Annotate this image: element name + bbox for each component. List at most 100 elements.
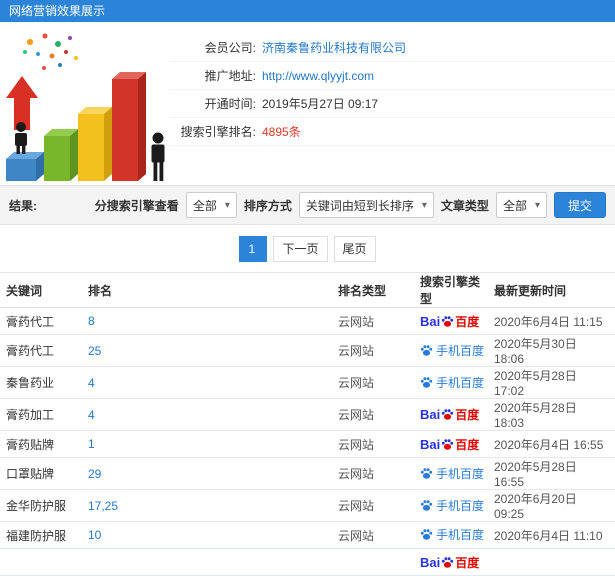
baidu-logo-icon: Bai 百度 (420, 313, 480, 329)
rank-type-cell: 云网站 (333, 521, 415, 549)
updated-cell: 2020年5月28日 18:03 (489, 398, 615, 431)
table-row: 口罩贴牌 29 云网站 手机百度 2020年5月28日 16:55 (0, 457, 615, 490)
rank-link[interactable]: 10 (88, 528, 101, 542)
page-1-button[interactable]: 1 (239, 235, 268, 262)
col-rank: 排名 (83, 272, 333, 308)
table-row: 膏药代工 8 云网站 Bai 百度 2020年6月4日 11:15 (0, 307, 615, 335)
engine-cell: Bai 百度 (415, 430, 489, 458)
keyword-cell (0, 548, 83, 576)
mobile-baidu-icon: 手机百度 (420, 526, 484, 543)
paw-icon (420, 529, 433, 540)
col-updated: 最新更新时间 (489, 272, 615, 308)
engine-filter-label: 分搜索引擎查看 (94, 198, 179, 213)
paw-icon (442, 315, 454, 327)
rank-link[interactable]: 29 (88, 467, 101, 481)
table-body: 膏药代工 8 云网站 Bai 百度 2020年6月4日 11:15 膏药代工 25… (0, 307, 615, 576)
rank-link[interactable]: 8 (88, 314, 95, 328)
updated-cell: 2020年5月28日 17:02 (489, 366, 615, 399)
promo-url-link[interactable]: http://www.qlyyjt.com (262, 69, 374, 83)
paw-icon (420, 376, 433, 388)
engine-cell: 手机百度 (415, 457, 489, 490)
rank-link[interactable]: 1 (88, 437, 95, 451)
updated-cell: 2020年5月30日 18:06 (489, 334, 615, 367)
rank-type-cell: 云网站 (333, 398, 415, 431)
baidu-logo-icon: Bai 百度 (420, 436, 480, 452)
last-page-button[interactable]: 尾页 (333, 235, 376, 262)
chevron-down-icon: ▾ (421, 199, 427, 211)
promo-url-row: 推广地址: http://www.qlyyjt.com (170, 62, 615, 90)
table-row: Bai 百度 (0, 548, 615, 576)
updated-cell: 2020年5月28日 16:55 (489, 457, 615, 490)
paw-icon (442, 438, 454, 450)
engine-cell: Bai 百度 (415, 307, 489, 335)
rank-link[interactable]: 4 (88, 408, 95, 422)
chevron-down-icon: ▾ (224, 199, 230, 211)
promo-url-label: 推广地址: (204, 69, 256, 83)
engine-cell: 手机百度 (415, 334, 489, 367)
paw-icon (420, 344, 433, 356)
filter-bar: 结果: 分搜索引擎查看 全部 ▾ 排序方式 关键词由短到长排序 ▾ 文章类型 全… (0, 185, 615, 225)
engine-select-value: 全部 (192, 198, 217, 213)
company-link[interactable]: 济南秦鲁药业科技有限公司 (262, 39, 406, 56)
company-label: 会员公司: (204, 41, 256, 55)
rank-type-cell: 云网站 (333, 366, 415, 399)
open-time-value: 2019年5月27日 09:17 (262, 97, 379, 111)
updated-cell: 2020年6月4日 16:55 (489, 430, 615, 458)
open-time-row: 开通时间: 2019年5月27日 09:17 (170, 90, 615, 118)
table-row: 膏药贴牌 1 云网站 Bai 百度 2020年6月4日 16:55 (0, 430, 615, 458)
keyword-cell: 膏药加工 (0, 398, 83, 431)
baidu-logo-icon: Bai 百度 (420, 554, 480, 570)
col-rank-type: 排名类型 (333, 272, 415, 308)
submit-button[interactable]: 提交 (553, 192, 606, 218)
engine-cell: 手机百度 (415, 521, 489, 549)
chevron-down-icon: ▾ (534, 199, 540, 211)
page-title: 网络营销效果展示 (0, 0, 615, 22)
company-row: 会员公司: 济南秦鲁药业科技有限公司 (170, 34, 615, 62)
table-row: 福建防护服 10 云网站 手机百度 2020年6月4日 11:10 (0, 521, 615, 549)
updated-cell: 2020年6月20日 09:25 (489, 489, 615, 522)
mobile-baidu-icon: 手机百度 (420, 465, 484, 482)
bar-chart-illustration-icon (6, 33, 165, 181)
next-page-button[interactable]: 下一页 (273, 235, 328, 262)
keyword-cell: 膏药代工 (0, 334, 83, 367)
updated-cell: 2020年6月4日 11:10 (489, 521, 615, 549)
paw-icon (420, 499, 433, 511)
rank-type-cell: 云网站 (333, 489, 415, 522)
page: 网络营销效果展示 会员公司: 济南秦鲁药业科技有限公司 推广地址: http:/… (0, 0, 615, 576)
baidu-logo-icon: Bai 百度 (420, 407, 480, 422)
paw-icon (420, 467, 433, 479)
sort-select[interactable]: 关键词由短到长排序 ▾ (298, 192, 434, 218)
engine-cell: 手机百度 (415, 366, 489, 399)
keyword-cell: 口罩贴牌 (0, 457, 83, 490)
table-header-row: 关键词 排名 排名类型 搜索引擎类型 最新更新时间 (0, 272, 615, 308)
result-label: 结果: (9, 198, 37, 213)
article-type-select[interactable]: 全部 ▾ (495, 192, 547, 218)
rank-type-cell (333, 548, 415, 576)
engine-rank-count: 4895条 (262, 125, 301, 139)
open-time-label: 开通时间: (204, 97, 256, 111)
rank-type-cell: 云网站 (333, 334, 415, 367)
keyword-cell: 金华防护服 (0, 489, 83, 522)
keyword-cell: 福建防护服 (0, 521, 83, 549)
keyword-cell: 膏药贴牌 (0, 430, 83, 458)
table-row: 金华防护服 17,25 云网站 手机百度 2020年6月20日 09:25 (0, 489, 615, 522)
table-row: 膏药代工 25 云网站 手机百度 2020年5月30日 18:06 (0, 334, 615, 367)
engine-rank-row: 搜索引擎排名: 4895条 (170, 118, 615, 146)
chart-illustration (0, 24, 176, 184)
mobile-baidu-icon: 手机百度 (420, 342, 484, 359)
rank-link[interactable]: 4 (88, 376, 95, 390)
article-type-select-value: 全部 (502, 198, 527, 213)
sort-select-value: 关键词由短到长排序 (305, 198, 414, 213)
rank-type-cell: 云网站 (333, 307, 415, 335)
col-keyword: 关键词 (0, 272, 83, 308)
rank-type-cell: 云网站 (333, 457, 415, 490)
updated-cell: 2020年6月4日 11:15 (489, 307, 615, 335)
updated-cell (489, 548, 615, 576)
results-table: 关键词 排名 排名类型 搜索引擎类型 最新更新时间 膏药代工 8 云网站 Bai… (0, 272, 615, 576)
rank-link[interactable]: 17,25 (88, 499, 118, 513)
account-summary: 会员公司: 济南秦鲁药业科技有限公司 推广地址: http://www.qlyy… (0, 22, 615, 185)
engine-cell: Bai 百度 (415, 398, 489, 431)
pagination: 1 下一页 尾页 (0, 225, 615, 272)
engine-select[interactable]: 全部 ▾ (185, 192, 237, 218)
rank-link[interactable]: 25 (88, 344, 101, 358)
